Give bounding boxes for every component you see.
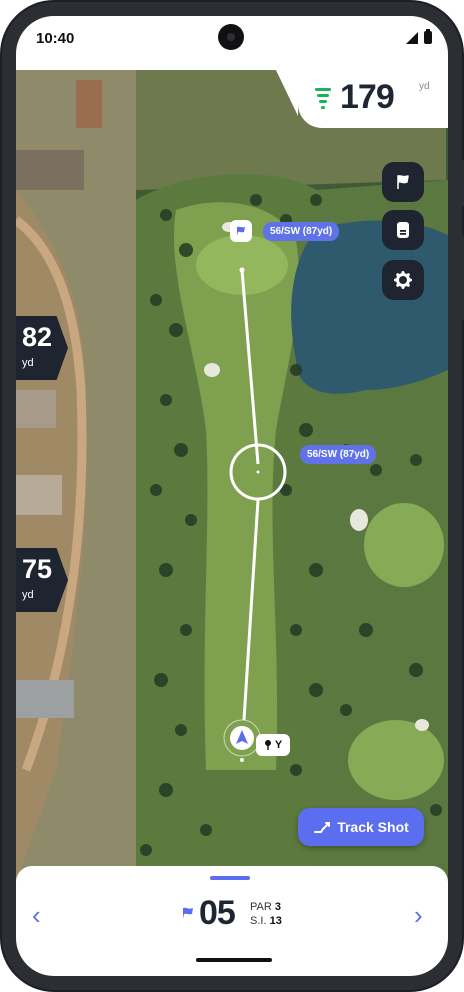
front-camera <box>218 24 244 50</box>
marker-value: 75 <box>22 554 53 584</box>
distance-panel: 179 yd <box>298 66 448 128</box>
scorecard-icon <box>397 222 409 238</box>
battery-icon <box>424 29 432 44</box>
hole-card: ‹ › 05 PAR 3 S.I. 13 <box>16 866 448 976</box>
par-label: PAR <box>250 901 272 913</box>
chevron-right-icon[interactable]: › <box>414 902 423 928</box>
marker-value: 82 <box>22 322 53 352</box>
par-value: 3 <box>274 901 281 913</box>
pin-marker[interactable] <box>230 220 252 242</box>
marker-unit: yd <box>22 589 34 601</box>
flag-icon <box>237 226 245 236</box>
marker-unit: yd <box>22 357 34 369</box>
tee-icon <box>264 740 271 750</box>
tee-selector[interactable]: Y <box>256 734 290 756</box>
gear-icon <box>394 271 412 289</box>
club-distance-label: 56/SW (87yd) <box>300 445 377 464</box>
settings-button[interactable] <box>382 260 424 300</box>
status-icons <box>406 29 432 44</box>
si-label: S.I. <box>250 915 267 927</box>
signal-icon <box>406 32 418 44</box>
hole-meta: PAR 3 S.I. 13 <box>250 900 282 928</box>
tee-label: Y <box>274 739 283 751</box>
flag-icon <box>183 907 193 919</box>
status-time: 10:40 <box>36 30 75 47</box>
drag-handle[interactable] <box>210 876 250 880</box>
track-shot-button[interactable]: Track Shot <box>298 808 424 846</box>
hole-number: 05 <box>199 894 236 932</box>
flag-button[interactable] <box>382 162 424 202</box>
chevron-left-icon[interactable]: ‹ <box>32 902 41 928</box>
flag-icon <box>397 175 409 189</box>
scorecard-button[interactable] <box>382 210 424 250</box>
distance-icon <box>315 88 331 112</box>
si-value: 13 <box>269 915 282 927</box>
track-shot-label: Track Shot <box>337 819 409 835</box>
home-indicator <box>196 958 272 962</box>
club-distance-label: 56/SW (87yd) <box>263 222 340 241</box>
golf-club-icon <box>314 822 331 833</box>
distance-unit: yd <box>419 81 430 92</box>
screen: 10:40 179 yd 82 yd 75 yd 56/SW (87yd) 56… <box>16 16 448 976</box>
distance-value: 179 <box>340 78 395 116</box>
phone-frame: 10:40 179 yd 82 yd 75 yd 56/SW (87yd) 56… <box>0 0 464 992</box>
status-bar: 10:40 <box>16 16 448 70</box>
